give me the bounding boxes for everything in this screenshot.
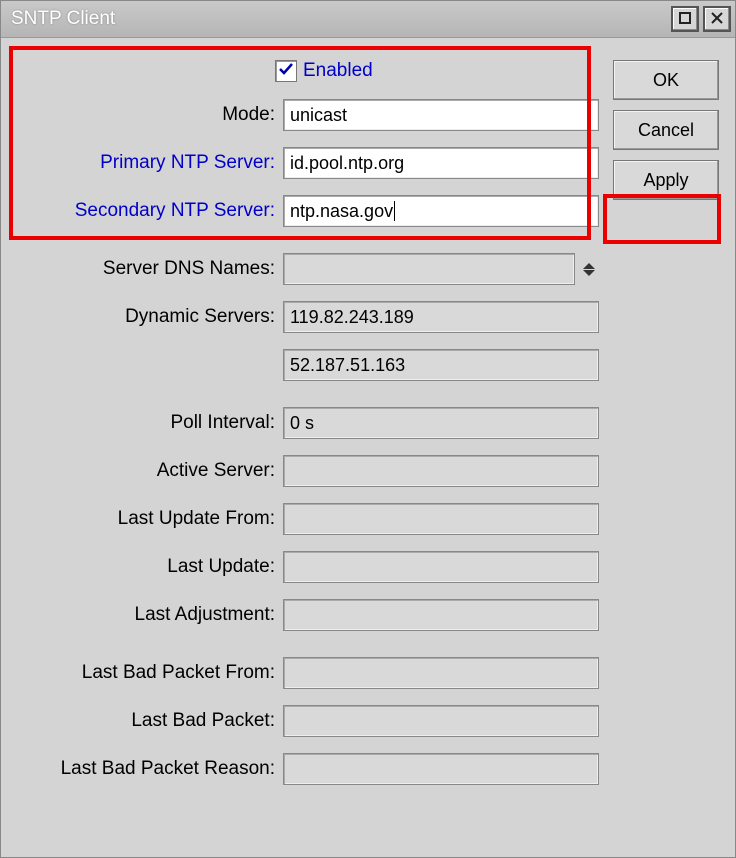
enabled-checkbox[interactable] (275, 60, 297, 82)
form-column: Enabled Mode: unicast Primary NTP Server… (17, 56, 599, 800)
primary-ntp-label: Primary NTP Server: (17, 152, 283, 174)
last-bad-packet-reason-label: Last Bad Packet Reason: (17, 758, 283, 780)
poll-interval-field: 0 s (283, 407, 599, 439)
close-button[interactable] (703, 6, 731, 32)
active-server-field (283, 455, 599, 487)
primary-ntp-field[interactable]: id.pool.ntp.org (283, 147, 599, 179)
mode-label: Mode: (17, 104, 283, 126)
secondary-ntp-field[interactable]: ntp.nasa.gov (283, 195, 599, 227)
last-update-label: Last Update: (17, 556, 283, 578)
dynamic-servers-row-1: Dynamic Servers: 119.82.243.189 (17, 300, 599, 334)
last-bad-packet-from-label: Last Bad Packet From: (17, 662, 283, 684)
last-bad-packet-reason-field (283, 753, 599, 785)
last-adjustment-label: Last Adjustment: (17, 604, 283, 626)
last-bad-packet-reason-row: Last Bad Packet Reason: (17, 752, 599, 786)
titlebar: SNTP Client (1, 1, 735, 38)
dns-spinner[interactable] (579, 253, 599, 285)
dns-label: Server DNS Names: (17, 258, 283, 280)
chevron-up-icon (583, 263, 595, 269)
check-icon (278, 61, 294, 82)
secondary-ntp-value: ntp.nasa.gov (290, 201, 393, 222)
active-server-label: Active Server: (17, 460, 283, 482)
last-update-from-row: Last Update From: (17, 502, 599, 536)
last-adjustment-field (283, 599, 599, 631)
dns-row: Server DNS Names: (17, 252, 599, 286)
dynamic-server-2-field: 52.187.51.163 (283, 349, 599, 381)
enabled-row: Enabled (17, 56, 599, 86)
primary-ntp-row: Primary NTP Server: id.pool.ntp.org (17, 146, 599, 180)
dynamic-servers-row-2: 52.187.51.163 (17, 348, 599, 382)
last-update-row: Last Update: (17, 550, 599, 584)
last-bad-packet-from-row: Last Bad Packet From: (17, 656, 599, 690)
close-icon (710, 9, 724, 30)
minimize-icon (678, 9, 692, 30)
dialog-body: Enabled Mode: unicast Primary NTP Server… (1, 38, 735, 816)
minimize-button[interactable] (671, 6, 699, 32)
sntp-client-window: SNTP Client (0, 0, 736, 858)
secondary-ntp-row: Secondary NTP Server: ntp.nasa.gov (17, 194, 599, 228)
secondary-ntp-label: Secondary NTP Server: (17, 200, 283, 222)
text-cursor-icon (394, 201, 395, 221)
active-server-row: Active Server: (17, 454, 599, 488)
window-title: SNTP Client (11, 8, 115, 30)
enabled-label: Enabled (303, 60, 373, 82)
last-bad-packet-label: Last Bad Packet: (17, 710, 283, 732)
dynamic-servers-label: Dynamic Servers: (17, 306, 283, 328)
dns-field[interactable] (283, 253, 575, 285)
last-bad-packet-from-field (283, 657, 599, 689)
last-update-from-label: Last Update From: (17, 508, 283, 530)
primary-ntp-value: id.pool.ntp.org (290, 153, 404, 174)
mode-row: Mode: unicast (17, 98, 599, 132)
dynamic-server-1-field: 119.82.243.189 (283, 301, 599, 333)
last-update-field (283, 551, 599, 583)
mode-value: unicast (290, 105, 347, 126)
last-adjustment-row: Last Adjustment: (17, 598, 599, 632)
ok-button[interactable]: OK (613, 60, 719, 100)
cancel-button[interactable]: Cancel (613, 110, 719, 150)
titlebar-buttons (671, 6, 731, 32)
poll-interval-label: Poll Interval: (17, 412, 283, 434)
last-bad-packet-row: Last Bad Packet: (17, 704, 599, 738)
dynamic-server-2-value: 52.187.51.163 (290, 355, 405, 376)
chevron-down-icon (583, 270, 595, 276)
last-update-from-field (283, 503, 599, 535)
dynamic-server-1-value: 119.82.243.189 (290, 307, 414, 328)
poll-interval-value: 0 s (290, 413, 314, 434)
poll-interval-row: Poll Interval: 0 s (17, 406, 599, 440)
button-column: OK Cancel Apply (613, 56, 719, 200)
last-bad-packet-field (283, 705, 599, 737)
apply-button[interactable]: Apply (613, 160, 719, 200)
mode-field[interactable]: unicast (283, 99, 599, 131)
